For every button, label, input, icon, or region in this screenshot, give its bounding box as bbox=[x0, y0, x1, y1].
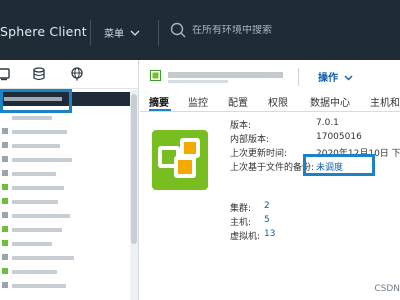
tree-item-label-redacted bbox=[12, 172, 56, 176]
tree-item-label-redacted bbox=[12, 116, 52, 120]
object-header: 操作 bbox=[140, 60, 400, 90]
tree-item[interactable] bbox=[0, 210, 130, 222]
tree-item-label-redacted bbox=[12, 144, 60, 148]
actions-label: 操作 bbox=[318, 73, 338, 84]
tree-item-label-redacted bbox=[12, 186, 64, 190]
host-icon bbox=[2, 128, 8, 134]
tree-item-label-redacted bbox=[12, 200, 58, 204]
object-name-redacted bbox=[168, 80, 228, 83]
navigator-scrollbar[interactable] bbox=[130, 90, 138, 300]
menu-button[interactable]: 菜单 bbox=[104, 25, 140, 40]
storage-icon[interactable] bbox=[32, 67, 46, 81]
vm-icon bbox=[2, 240, 8, 246]
vcenter-logo-icon bbox=[152, 130, 208, 190]
last-backup-label: 上次基于文件的备份: bbox=[230, 163, 315, 173]
version-value: 7.0.1 bbox=[316, 118, 339, 128]
tree-item[interactable] bbox=[0, 196, 130, 208]
highlight-box bbox=[0, 89, 72, 113]
tree-item[interactable] bbox=[0, 168, 130, 180]
host-icon bbox=[2, 212, 8, 218]
top-bar: Sphere Client 菜单 bbox=[0, 0, 400, 60]
divider bbox=[298, 68, 299, 86]
content-pane: 操作 摘要 监控 配置 权限 数据中心 主机和 版本: 7.0.1 内部版本: … bbox=[140, 60, 400, 300]
tree-item[interactable] bbox=[0, 224, 130, 236]
search-input[interactable] bbox=[192, 24, 352, 36]
tree-item[interactable] bbox=[0, 266, 130, 278]
tree-item-label-redacted bbox=[12, 270, 57, 274]
vm-icon bbox=[2, 268, 8, 274]
actions-menu[interactable]: 操作 bbox=[318, 69, 353, 84]
watermark: CSDN bbox=[374, 284, 400, 294]
tab-bar: 摘要 监控 配置 权限 数据中心 主机和 bbox=[140, 91, 400, 112]
divider bbox=[158, 20, 159, 46]
hosts-label: 主机: bbox=[230, 218, 252, 228]
highlight-box bbox=[303, 154, 375, 176]
tab-summary[interactable]: 摘要 bbox=[149, 94, 169, 109]
divider bbox=[90, 20, 91, 46]
global-search[interactable] bbox=[170, 22, 352, 38]
clusters-label: 集群: bbox=[230, 204, 252, 214]
build-label: 内部版本: bbox=[230, 135, 270, 145]
clusters-row: 集群: 2 bbox=[230, 201, 400, 214]
vm-icon bbox=[2, 226, 8, 232]
vm-icon bbox=[2, 184, 8, 190]
tree-item-label-redacted bbox=[12, 228, 62, 232]
menu-label: 菜单 bbox=[104, 29, 124, 40]
clusters-value[interactable]: 2 bbox=[264, 201, 270, 211]
tree-item[interactable] bbox=[0, 112, 130, 124]
vms-value[interactable]: 13 bbox=[264, 229, 275, 239]
tree-item-label-redacted bbox=[12, 256, 74, 260]
tree-item[interactable] bbox=[0, 182, 130, 194]
host-icon bbox=[2, 156, 8, 162]
vms-row: 虚拟机: 13 bbox=[230, 229, 400, 242]
tree-item-label-redacted bbox=[12, 214, 70, 218]
hosts-value[interactable]: 5 bbox=[264, 215, 270, 225]
tab-permissions[interactable]: 权限 bbox=[268, 94, 288, 109]
vm-icon bbox=[2, 198, 8, 204]
vms-label: 虚拟机: bbox=[230, 232, 261, 242]
tree-item[interactable] bbox=[0, 154, 130, 166]
tree-item[interactable] bbox=[0, 126, 130, 138]
build-row: 内部版本: 17005016 bbox=[230, 132, 400, 145]
tab-configure[interactable]: 配置 bbox=[228, 94, 248, 109]
tab-hosts-clusters[interactable]: 主机和 bbox=[370, 94, 400, 109]
host-icon bbox=[2, 142, 8, 148]
last-updated-label: 上次更新时间: bbox=[230, 149, 288, 158]
host-icon bbox=[2, 282, 8, 288]
navigator-pane bbox=[0, 60, 139, 300]
search-icon bbox=[170, 22, 186, 38]
app-title: Sphere Client bbox=[0, 24, 87, 39]
scrollbar-thumb[interactable] bbox=[131, 94, 137, 244]
tree-item[interactable] bbox=[0, 238, 130, 250]
tree-item[interactable] bbox=[0, 280, 130, 292]
hosts-clusters-icon[interactable] bbox=[0, 67, 12, 81]
tree-item-label-redacted bbox=[12, 242, 52, 246]
tab-monitor[interactable]: 监控 bbox=[188, 94, 208, 109]
version-label: 版本: bbox=[230, 121, 252, 131]
chevron-down-icon bbox=[344, 75, 353, 81]
navigator-tabs bbox=[0, 60, 138, 89]
host-icon bbox=[2, 254, 8, 260]
active-tab-indicator bbox=[149, 109, 171, 111]
tab-datacenters[interactable]: 数据中心 bbox=[310, 94, 350, 109]
hosts-row: 主机: 5 bbox=[230, 215, 400, 228]
tree-item-label-redacted bbox=[12, 158, 72, 162]
tree-item-label-redacted bbox=[12, 130, 67, 134]
tree-item[interactable] bbox=[0, 140, 130, 152]
chevron-down-icon bbox=[130, 30, 140, 36]
build-value: 17005016 bbox=[316, 132, 362, 142]
object-name-redacted bbox=[168, 72, 283, 78]
tree-item-label-redacted bbox=[12, 284, 66, 288]
host-icon bbox=[2, 170, 8, 176]
datacenter-icon bbox=[150, 70, 161, 81]
version-row: 版本: 7.0.1 bbox=[230, 118, 400, 131]
network-icon[interactable] bbox=[70, 67, 84, 81]
tree-item[interactable] bbox=[0, 252, 130, 264]
